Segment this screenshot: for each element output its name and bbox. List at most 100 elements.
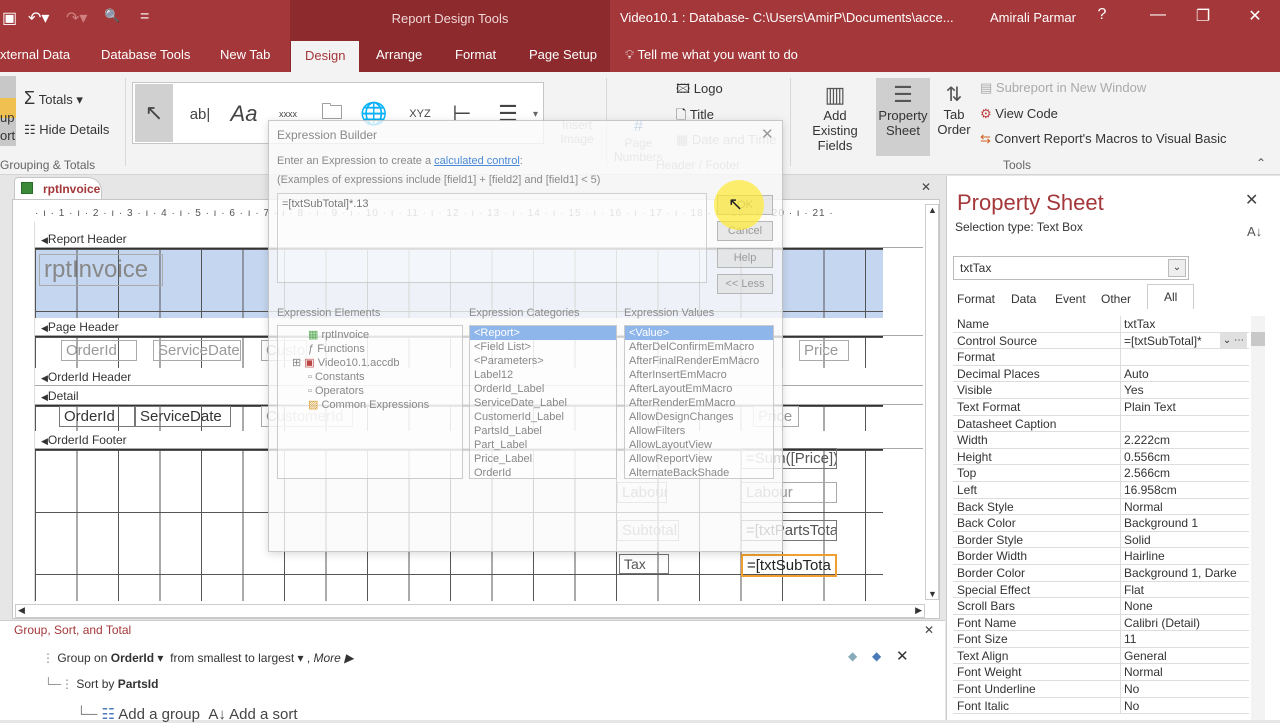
group-order-dropdown[interactable]: from smallest to largest — [170, 651, 294, 665]
page-header-servicedate-label[interactable]: ServiceDate — [153, 340, 241, 361]
property-row[interactable]: Special Effect Flat — [953, 581, 1249, 599]
help-button[interactable]: ? — [1087, 6, 1117, 24]
gallery-more-icon[interactable]: ▾ — [533, 109, 538, 120]
category-item[interactable]: Part_Label — [470, 438, 616, 452]
property-value[interactable]: =[txtSubTotal]* — [1121, 333, 1220, 349]
value-item[interactable]: AfterDelConfirmEmMacro — [625, 340, 773, 354]
property-value[interactable] — [1121, 349, 1249, 365]
scroll-down-icon[interactable]: ▼ — [928, 589, 937, 599]
add-sort-button[interactable]: Add a sort — [229, 706, 297, 723]
property-row[interactable]: Back Color Background 1 — [953, 515, 1249, 532]
subreport-new-window-button[interactable]: ▤ Subreport in New Window — [980, 80, 1146, 96]
property-value[interactable]: Plain Text — [1121, 399, 1249, 415]
vertical-scrollbar[interactable]: ▲ ▼ — [925, 204, 939, 600]
report-title-label[interactable]: rptInvoice — [39, 254, 163, 286]
category-item[interactable]: <Parameters> — [470, 354, 616, 368]
expression-categories-list[interactable]: <Report> <Field List> <Parameters> Label12 O… — [469, 325, 617, 479]
property-value[interactable]: 11 — [1121, 631, 1249, 647]
property-row[interactable]: Border Style Solid — [953, 531, 1249, 549]
tab-new-tab[interactable]: New Tab — [220, 47, 270, 62]
category-item[interactable]: OrderId_Label — [470, 382, 616, 396]
delete-level-icon[interactable]: ✕ — [896, 647, 909, 665]
minimize-button[interactable]: — — [1143, 6, 1173, 24]
tab-design[interactable]: Design — [291, 41, 360, 72]
tab-format[interactable]: Format — [455, 47, 496, 62]
category-item[interactable]: Label12 — [470, 368, 616, 382]
prop-tab-format[interactable]: Format — [953, 290, 999, 308]
property-value[interactable]: Background 1, Darke — [1121, 565, 1249, 581]
group-on-row[interactable]: ⋮ Group on OrderId ▾ from smallest to la… — [42, 651, 353, 665]
expression-input[interactable]: =[txtSubTotal]*.13 — [277, 193, 707, 283]
property-value[interactable]: Normal — [1121, 499, 1249, 515]
tab-external-data[interactable]: xternal Data — [0, 47, 70, 62]
scroll-right-icon[interactable]: ▶ — [915, 605, 922, 616]
property-row[interactable]: Height 0.556cm — [953, 448, 1249, 466]
property-scrollbar[interactable] — [1251, 316, 1265, 720]
property-value[interactable]: 2.222cm — [1121, 432, 1249, 448]
property-value[interactable]: Yes — [1121, 382, 1249, 398]
redo-button[interactable]: ↷▾ — [66, 8, 87, 28]
select-pointer-icon[interactable]: ↖ — [135, 84, 173, 142]
property-row[interactable]: Datasheet Caption — [953, 415, 1249, 433]
user-name[interactable]: Amirali Parmar — [990, 10, 1076, 25]
detail-servicedate-field[interactable]: ServiceDate — [135, 406, 231, 427]
document-tab[interactable]: rptInvoice — [14, 177, 102, 199]
property-row[interactable]: Font Weight Normal — [953, 664, 1249, 682]
property-row[interactable]: Control Source =[txtSubTotal]* ⌄ ⋯ — [953, 332, 1249, 350]
more-options-link[interactable]: More ▶ — [314, 651, 354, 665]
move-down-icon[interactable]: ◆ — [872, 649, 881, 663]
property-value[interactable]: Calibri (Detail) — [1121, 615, 1249, 631]
sort-field-dropdown[interactable]: PartsId — [118, 677, 159, 691]
save-icon[interactable]: ▣ — [2, 8, 17, 28]
tree-item-functions[interactable]: ƒ Functions — [278, 342, 462, 356]
property-row[interactable]: Decimal Places Auto — [953, 365, 1249, 383]
category-item[interactable]: CustomerId_Label — [470, 410, 616, 424]
category-item[interactable]: <Report> — [470, 326, 616, 340]
page-header-orderid-label[interactable]: OrderId — [61, 340, 137, 361]
chevron-down-icon[interactable]: ⌄ — [1168, 259, 1186, 277]
textbox-control-icon[interactable]: ab| — [181, 95, 219, 133]
property-row[interactable]: Border Width Hairline — [953, 548, 1249, 565]
property-row[interactable]: Border Color Background 1, Darke — [953, 564, 1249, 582]
property-row[interactable]: Width 2.222cm — [953, 432, 1249, 449]
gst-close-icon[interactable]: ✕ — [924, 623, 934, 637]
print-preview-icon[interactable]: 🔍 — [104, 8, 120, 24]
drag-handle-icon[interactable]: ⋮ — [42, 651, 54, 665]
property-row[interactable]: Name txtTax — [953, 316, 1249, 333]
value-item[interactable]: AlternateBackShade — [625, 466, 773, 478]
category-item[interactable]: ServiceDate_Label — [470, 396, 616, 410]
value-item[interactable]: AfterLayoutEmMacro — [625, 382, 773, 396]
tab-order-button[interactable]: ⇅ Tab Order — [936, 82, 972, 137]
property-value[interactable]: No — [1121, 681, 1249, 697]
collapse-ribbon-icon[interactable]: ⌃ — [1256, 156, 1266, 170]
value-item[interactable]: AllowReportView — [625, 452, 773, 466]
move-up-icon[interactable]: ◆ — [848, 649, 857, 663]
value-item[interactable]: AfterRenderEmMacro — [625, 396, 773, 410]
prop-tab-event[interactable]: Event — [1051, 290, 1090, 308]
convert-macros-button[interactable]: ⇆ Convert Report's Macros to Visual Basi… — [980, 131, 1227, 147]
scroll-up-icon[interactable]: ▲ — [928, 205, 937, 215]
totals-button[interactable]: Σ Totals ▾ — [24, 88, 83, 109]
category-item[interactable]: Price_Label — [470, 452, 616, 466]
value-item[interactable]: AfterInsertEmMacro — [625, 368, 773, 382]
tree-item-operators[interactable]: ▫ Operators — [278, 384, 462, 398]
close-button[interactable]: ✕ — [1240, 6, 1270, 26]
control-selector[interactable]: txtTax ⌄ — [953, 256, 1189, 280]
value-item[interactable]: <Value> — [625, 326, 773, 340]
expression-elements-tree[interactable]: ▦ rptInvoice ƒ Functions ⊞ ▣ Video10.1.a… — [277, 325, 463, 479]
help-button-dialog[interactable]: Help — [717, 248, 773, 268]
group-field-dropdown[interactable]: OrderId — [111, 651, 154, 665]
property-value[interactable]: 2.566cm — [1121, 465, 1249, 481]
property-row[interactable]: Visible Yes — [953, 382, 1249, 399]
category-item[interactable]: PartsId_Label — [470, 424, 616, 438]
tax-textbox-selected[interactable]: =[txtSubTota — [741, 554, 837, 577]
property-row[interactable]: Left 16.958cm — [953, 481, 1249, 499]
page-header-price-label[interactable]: Price — [799, 340, 849, 361]
property-value[interactable]: None — [1121, 598, 1249, 614]
tab-database-tools[interactable]: Database Tools — [101, 47, 190, 62]
tab-arrange[interactable]: Arrange — [376, 47, 422, 62]
hide-details-button[interactable]: ☷ Hide Details — [24, 122, 109, 138]
category-item[interactable]: OrderId — [470, 466, 616, 478]
property-row[interactable]: Font Italic No — [953, 697, 1249, 715]
scroll-left-icon[interactable]: ◀ — [18, 605, 25, 616]
